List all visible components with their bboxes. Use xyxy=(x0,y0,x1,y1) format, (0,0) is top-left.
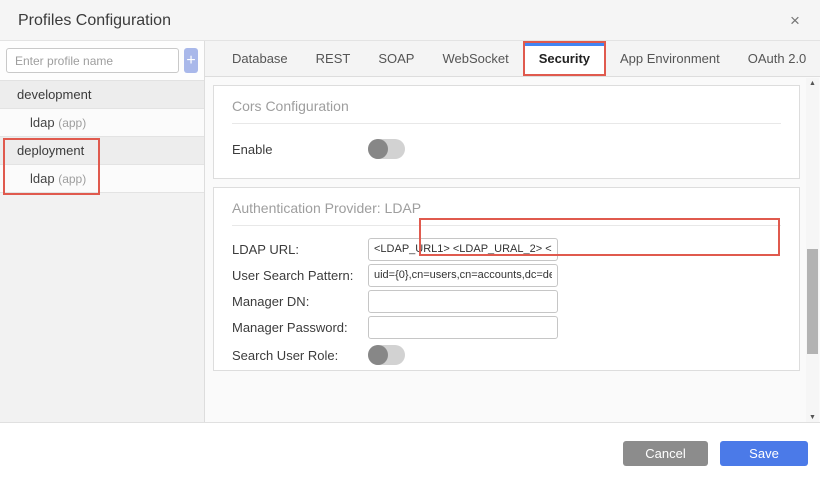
manager-password-label: Manager Password: xyxy=(232,320,368,335)
cors-section-title: Cors Configuration xyxy=(232,86,781,124)
profile-name-input[interactable] xyxy=(6,48,179,73)
tab-soap[interactable]: SOAP xyxy=(364,41,428,76)
tab-security[interactable]: Security xyxy=(523,41,606,76)
tab-content-area: Database REST SOAP WebSocket Security Ap… xyxy=(205,41,820,422)
manager-dn-label: Manager DN: xyxy=(232,294,368,309)
ldap-section-title: Authentication Provider: LDAP xyxy=(232,188,781,226)
sidebar-item-label: ldap xyxy=(30,171,55,186)
manager-password-input[interactable] xyxy=(368,316,558,339)
user-search-pattern-label: User Search Pattern: xyxy=(232,268,368,283)
tab-rest[interactable]: REST xyxy=(302,41,365,76)
search-user-role-toggle[interactable] xyxy=(368,345,405,365)
tab-bar: Database REST SOAP WebSocket Security Ap… xyxy=(205,41,820,77)
add-profile-button[interactable]: + xyxy=(184,48,198,73)
profiles-sidebar: + development ldap (app) deployment ldap… xyxy=(0,41,205,422)
ldap-url-label: LDAP URL: xyxy=(232,242,368,257)
cancel-button[interactable]: Cancel xyxy=(623,441,708,466)
user-search-pattern-row: User Search Pattern: xyxy=(232,262,781,288)
tab-oauth[interactable]: OAuth 2.0 xyxy=(734,41,820,76)
dialog-footer: Cancel Save xyxy=(0,422,820,480)
tab-app-environment[interactable]: App Environment xyxy=(606,41,734,76)
vertical-scrollbar[interactable]: ▲ ▼ xyxy=(806,78,819,424)
profiles-configuration-dialog: Profiles Configuration × + development l… xyxy=(0,0,820,480)
sidebar-item-label: ldap xyxy=(30,115,55,130)
sidebar-item-ldap-development[interactable]: ldap (app) xyxy=(0,109,204,137)
scrollbar-thumb[interactable] xyxy=(807,249,818,354)
ldap-url-input[interactable] xyxy=(368,238,558,261)
sidebar-item-development[interactable]: development xyxy=(0,81,204,109)
dialog-header: Profiles Configuration × xyxy=(0,0,820,41)
search-user-role-label: Search User Role: xyxy=(232,348,368,363)
save-button[interactable]: Save xyxy=(720,441,808,466)
search-user-role-row: Search User Role: xyxy=(232,340,781,370)
ldap-provider-card: Authentication Provider: LDAP LDAP URL: … xyxy=(213,187,800,371)
toggle-knob xyxy=(368,345,388,365)
profile-add-row: + xyxy=(0,41,204,81)
cors-enable-label: Enable xyxy=(232,142,368,157)
manager-dn-row: Manager DN: xyxy=(232,288,781,314)
user-search-pattern-input[interactable] xyxy=(368,264,558,287)
manager-dn-input[interactable] xyxy=(368,290,558,313)
sidebar-item-label: development xyxy=(17,87,91,102)
sidebar-item-suffix: (app) xyxy=(58,116,86,130)
toggle-knob xyxy=(368,139,388,159)
manager-password-row: Manager Password: xyxy=(232,314,781,340)
sidebar-item-label: deployment xyxy=(17,143,84,158)
close-icon[interactable]: × xyxy=(780,0,810,41)
sidebar-item-deployment[interactable]: deployment xyxy=(0,137,204,165)
dialog-title: Profiles Configuration xyxy=(18,0,171,41)
tab-database[interactable]: Database xyxy=(218,41,302,76)
tab-websocket[interactable]: WebSocket xyxy=(428,41,522,76)
ldap-url-row: LDAP URL: xyxy=(232,236,781,262)
cors-enable-toggle[interactable] xyxy=(368,139,405,159)
scroll-up-icon[interactable]: ▲ xyxy=(806,78,819,90)
cors-configuration-card: Cors Configuration Enable xyxy=(213,85,800,179)
sidebar-item-ldap-deployment[interactable]: ldap (app) xyxy=(0,165,204,193)
sidebar-item-suffix: (app) xyxy=(58,172,86,186)
